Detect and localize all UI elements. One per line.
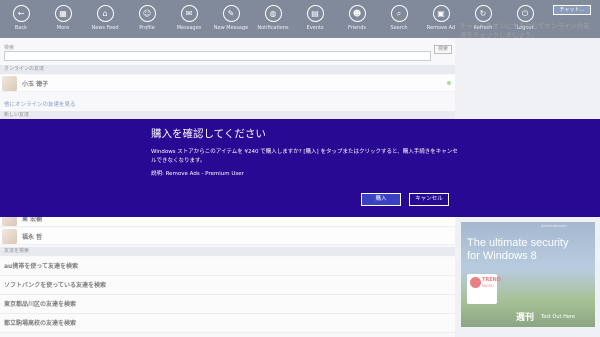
dialog-message: Windows ストアからこのアイテムを ¥240 で購入しますか? [購入] … [151, 149, 458, 164]
dialog-item-description: 説明: Remove Ads - Premium User [151, 171, 244, 177]
buy-button[interactable]: 購入 [361, 193, 401, 206]
purchase-confirmation-dialog: 購入を確認してください Windows ストアからこのアイテムを ¥240 で購… [0, 119, 600, 217]
dialog-title: 購入を確認してください [151, 128, 266, 140]
cancel-button[interactable]: キャンセル [409, 193, 449, 206]
